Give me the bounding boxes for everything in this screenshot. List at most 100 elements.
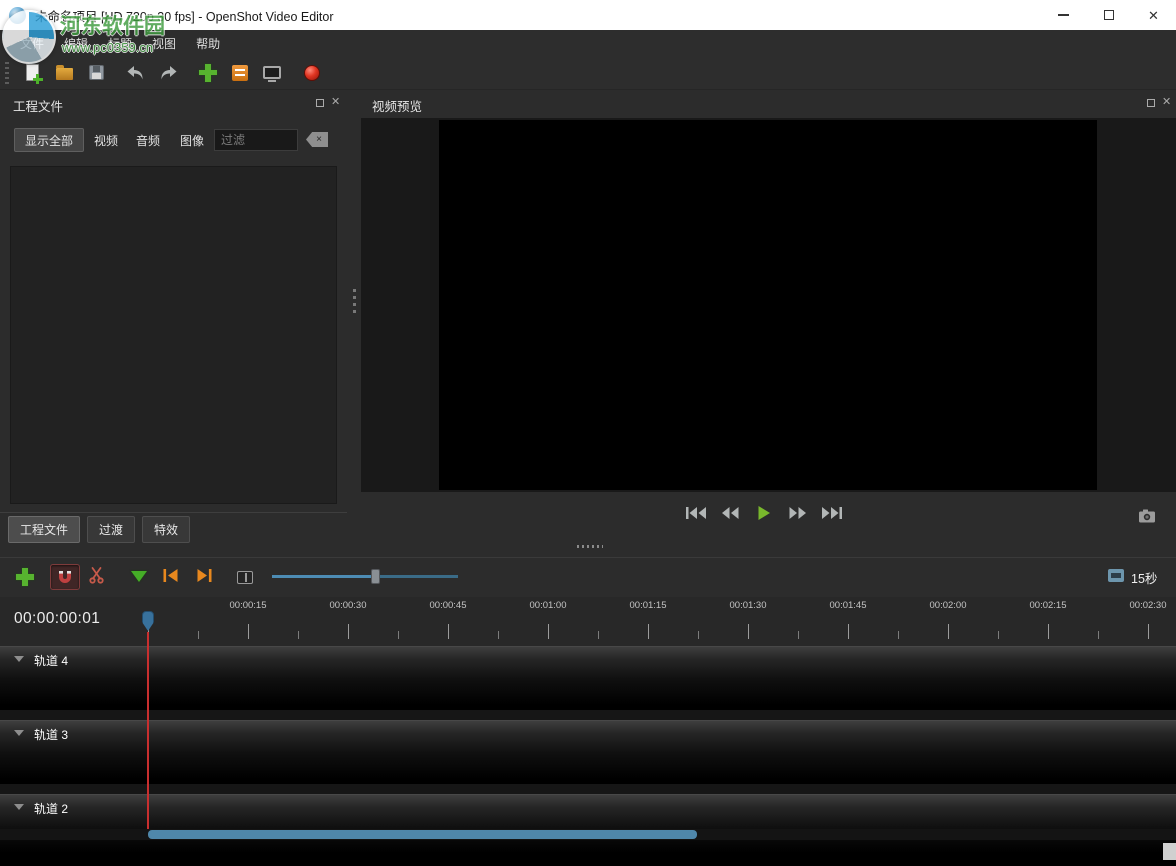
menu-item-edit[interactable]: 编辑	[54, 30, 98, 56]
add-marker-button[interactable]	[131, 571, 147, 582]
horizontal-splitter[interactable]	[577, 545, 603, 548]
image-filter-button[interactable]: 图像	[172, 128, 212, 152]
maximize-button[interactable]	[1086, 0, 1131, 30]
undo-arrow-icon	[126, 65, 146, 81]
fullscreen-button[interactable]	[257, 59, 287, 87]
tab-effects[interactable]: 特效	[142, 516, 190, 543]
horizontal-scrollbar[interactable]	[0, 829, 1176, 840]
undo-button[interactable]	[121, 59, 151, 87]
close-icon: ✕	[1148, 9, 1159, 22]
panel-divider	[0, 512, 347, 513]
save-project-button[interactable]	[81, 59, 111, 87]
show-all-filter-button[interactable]: 显示全部	[14, 128, 84, 152]
tab-transitions[interactable]: 过渡	[87, 516, 135, 543]
zoom-slider-handle[interactable]	[371, 569, 380, 584]
import-plus-icon	[199, 64, 217, 82]
snap-toggle-button[interactable]	[50, 564, 80, 590]
preview-panel-title: 视频预览	[372, 96, 422, 115]
previous-marker-button[interactable]	[162, 568, 179, 583]
choose-profile-button[interactable]	[225, 59, 255, 87]
toolbar-drag-handle[interactable]	[5, 62, 9, 84]
import-files-button[interactable]	[193, 59, 223, 87]
rewind-button[interactable]	[718, 503, 742, 523]
track-chevron-icon[interactable]	[14, 730, 24, 736]
track-name-label: 轨道 2	[34, 800, 68, 817]
center-on-playhead-button[interactable]	[237, 571, 253, 584]
export-video-button[interactable]	[297, 59, 327, 87]
horizontal-scrollbar-thumb[interactable]	[148, 830, 697, 839]
menu-item-file[interactable]: 文件	[10, 30, 54, 56]
minimize-button[interactable]	[1041, 0, 1086, 30]
track-chevron-icon[interactable]	[14, 804, 24, 810]
zoom-slider-track[interactable]	[272, 575, 458, 578]
zoom-scale-icon	[1108, 569, 1124, 582]
zoom-slider[interactable]	[272, 567, 458, 585]
plus-icon	[33, 74, 43, 84]
close-panel-icon[interactable]: ✕	[331, 98, 340, 107]
show-all-label: 显示全部	[25, 132, 73, 149]
ruler-label: 00:01:30	[716, 600, 780, 611]
jump-to-start-button[interactable]	[684, 503, 708, 523]
track-row[interactable]: 轨道 3	[0, 720, 1176, 784]
export-record-icon	[304, 65, 320, 81]
open-project-button[interactable]	[49, 59, 79, 87]
razor-button[interactable]	[88, 566, 105, 584]
timeline-ruler[interactable]: 00:00:00:01 00:00:15 00:00:30 00:00:45 0…	[0, 597, 1176, 646]
close-button[interactable]: ✕	[1131, 0, 1176, 30]
video-filter-label: 视频	[94, 132, 118, 149]
scissors-icon	[88, 566, 105, 584]
menu-item-help[interactable]: 帮助	[186, 30, 230, 56]
project-files-list[interactable]	[10, 166, 337, 504]
add-track-button[interactable]	[16, 568, 34, 586]
new-project-icon	[26, 64, 39, 81]
rewind-icon	[720, 506, 740, 520]
redo-button[interactable]	[153, 59, 183, 87]
marker-triangle-icon	[131, 571, 147, 582]
jump-to-end-button[interactable]	[820, 503, 844, 523]
ruler-label: 00:02:00	[916, 600, 980, 611]
title-bar: 未命名项目 [HD 720p 30 fps] - OpenShot Video …	[0, 0, 1176, 30]
capture-frame-button[interactable]	[1136, 507, 1158, 525]
project-panel-header-buttons: ✕	[316, 98, 340, 107]
ruler-label: 00:01:00	[516, 600, 580, 611]
project-panel-title: 工程文件	[13, 96, 63, 115]
splitter-dots-icon	[353, 289, 356, 315]
menu-bar: 文件 编辑 标题 视图 帮助	[0, 30, 1176, 56]
float-panel-icon[interactable]	[1147, 99, 1155, 107]
transport-controls	[684, 503, 844, 523]
ruler-label: 00:01:45	[816, 600, 880, 611]
playback-timecode: 00:00:00:01	[14, 610, 100, 628]
tab-project-files-label: 工程文件	[20, 523, 68, 537]
camera-icon	[1138, 509, 1156, 523]
video-filter-button[interactable]: 视频	[86, 128, 126, 152]
menu-item-view[interactable]: 视图	[142, 30, 186, 56]
ruler-label: 00:02:30	[1116, 600, 1176, 611]
close-panel-icon[interactable]: ✕	[1162, 98, 1171, 107]
fast-forward-button[interactable]	[786, 503, 810, 523]
bottom-tabs: 工程文件 过渡 特效	[8, 516, 190, 543]
minimize-icon	[1058, 14, 1069, 16]
next-marker-icon	[196, 568, 213, 583]
track-name-label: 轨道 4	[34, 652, 68, 669]
jump-end-icon	[821, 506, 843, 520]
new-project-button[interactable]	[17, 59, 47, 87]
tab-effects-label: 特效	[154, 523, 178, 537]
preview-panel-header-buttons: ✕	[1147, 98, 1171, 107]
clear-filter-button[interactable]: ×	[306, 132, 328, 147]
tab-project-files[interactable]: 工程文件	[8, 516, 80, 543]
vertical-splitter[interactable]	[347, 90, 361, 514]
redo-arrow-icon	[158, 65, 178, 81]
track-row[interactable]: 轨道 4	[0, 646, 1176, 710]
audio-filter-button[interactable]: 音频	[128, 128, 168, 152]
next-marker-button[interactable]	[196, 568, 213, 583]
track-chevron-icon[interactable]	[14, 656, 24, 662]
float-panel-icon[interactable]	[316, 99, 324, 107]
filter-input[interactable]	[214, 129, 298, 151]
menu-item-title[interactable]: 标题	[98, 30, 142, 56]
play-button[interactable]	[752, 503, 776, 523]
save-icon	[89, 65, 104, 80]
open-folder-icon	[56, 68, 73, 80]
fast-forward-icon	[788, 506, 808, 520]
previous-marker-icon	[162, 568, 179, 583]
tab-transitions-label: 过渡	[99, 523, 123, 537]
